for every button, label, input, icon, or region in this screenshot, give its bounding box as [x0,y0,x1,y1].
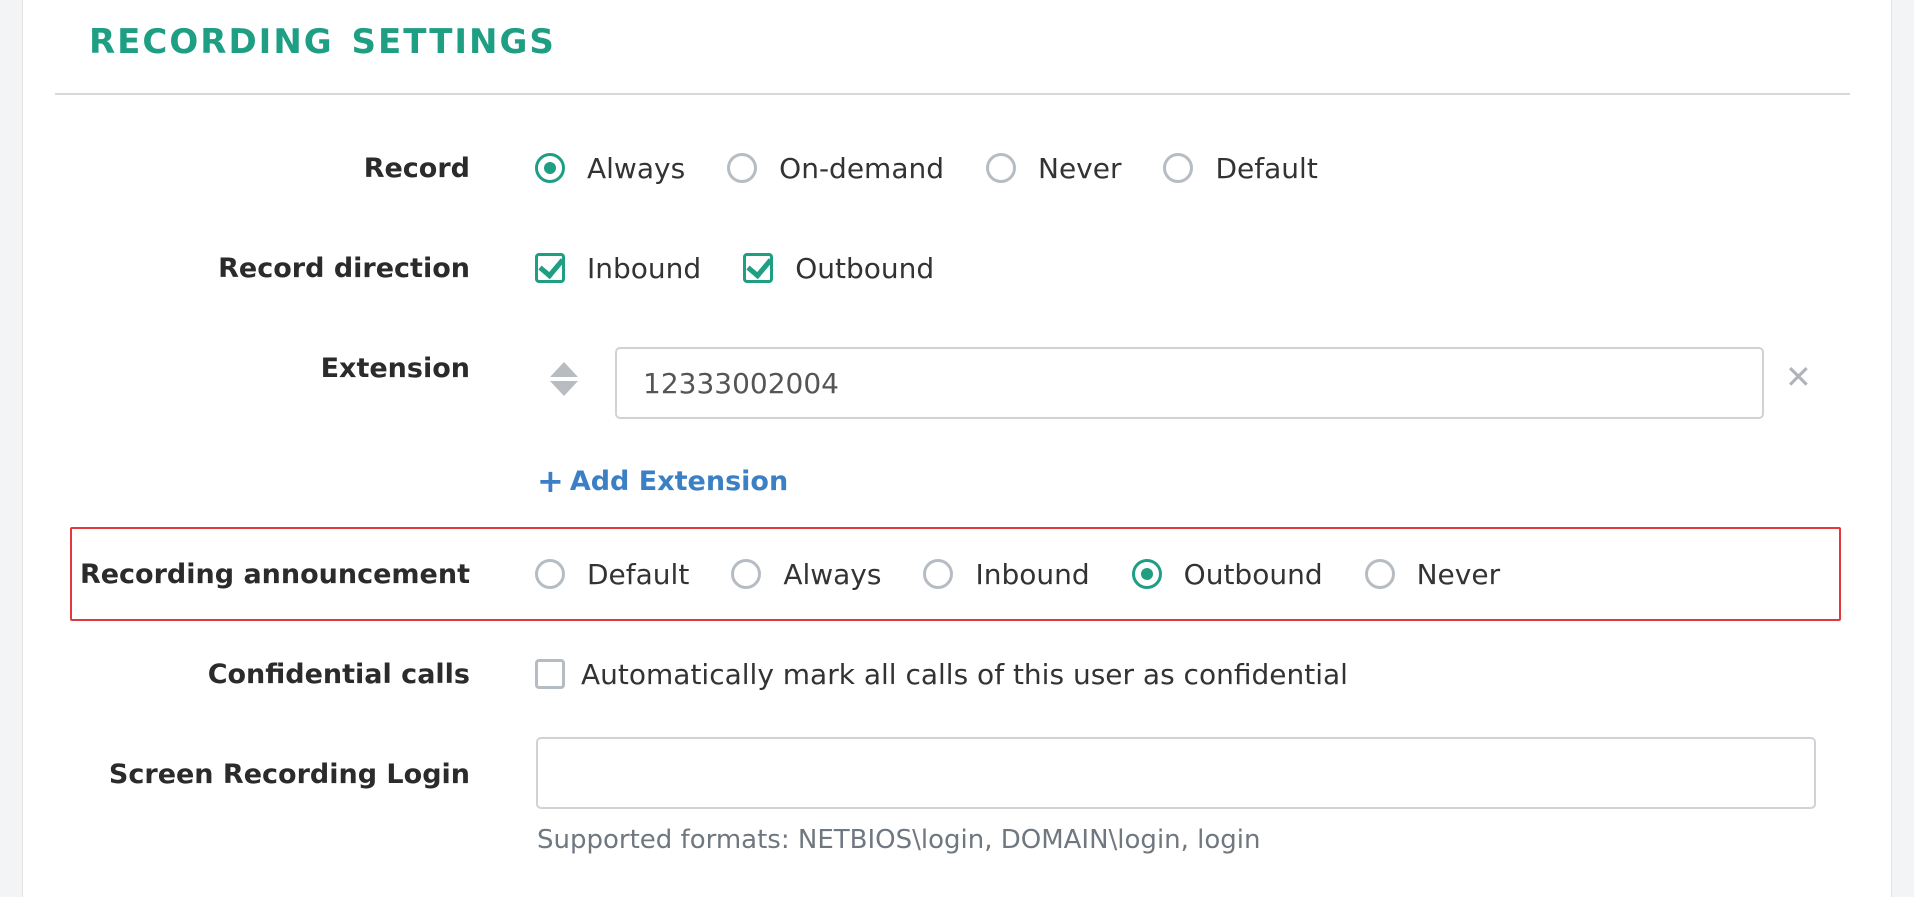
confidential-calls-checkbox[interactable]: Automatically mark all calls of this use… [535,658,1348,691]
announcement-option-label: Never [1416,557,1501,591]
close-icon[interactable]: ✕ [1785,358,1812,396]
announcement-option-outbound[interactable]: Outbound [1131,557,1323,591]
announcement-option-inbound[interactable]: Inbound [923,557,1090,591]
record-direction-inbound[interactable]: Inbound [535,252,701,285]
record-option-on-demand[interactable]: On-demand [727,152,944,185]
radio-icon[interactable] [1131,559,1162,589]
checkbox-icon[interactable] [535,659,565,689]
radio-icon[interactable] [1364,559,1395,589]
record-option-default[interactable]: Default [1163,151,1318,185]
extension-input[interactable]: 12333002004 [615,347,1764,419]
radio-icon[interactable] [535,153,565,183]
radio-icon[interactable] [535,559,565,589]
record-direction-row: Record direction Inbound Outbound [0,238,1914,298]
checkbox-checked-icon[interactable] [535,253,565,283]
drag-handle-icon[interactable] [549,360,579,400]
confidential-calls-text: Automatically mark all calls of this use… [581,657,1348,691]
section-title: RECORDING SETTINGS [89,22,556,62]
screen-recording-login-input[interactable] [536,737,1816,809]
radio-icon[interactable] [727,153,758,183]
announcement-option-label: Always [783,557,882,591]
checkbox-checked-icon[interactable] [743,253,774,283]
announcement-option-always[interactable]: Always [731,558,881,591]
confidential-calls-label: Confidential calls [207,658,470,690]
radio-icon[interactable] [923,559,954,589]
extension-label: Extension [320,352,470,384]
record-row: Record Always On-demand Never Default [0,138,1914,198]
record-direction-label: Record direction [218,252,470,284]
announcement-option-default[interactable]: Default [535,558,689,591]
sort-up-icon [550,362,578,377]
confidential-calls-row: Confidential calls Automatically mark al… [0,644,1914,704]
add-extension-label: Add Extension [569,465,789,497]
announcement-option-label: Default [587,557,690,591]
record-option-always[interactable]: Always [535,152,685,185]
record-option-label: Never [1038,151,1122,185]
record-direction-group: Inbound Outbound [535,238,974,298]
radio-icon[interactable] [986,153,1016,183]
plus-icon: + [537,462,564,500]
record-direction-option-label: Outbound [795,251,935,285]
record-option-label: On-demand [779,151,944,185]
radio-icon[interactable] [1163,153,1194,183]
announcement-option-label: Inbound [975,557,1090,591]
screen-recording-login-label: Screen Recording Login [108,758,470,790]
recording-announcement-label: Recording announcement [79,558,470,590]
record-option-label: Default [1215,151,1318,185]
record-option-label: Always [587,151,686,185]
record-option-never[interactable]: Never [986,152,1121,185]
announcement-option-label: Outbound [1183,557,1323,591]
recording-announcement-row: Recording announcement Default Always In… [0,544,1914,604]
record-label: Record [363,152,470,184]
add-extension-link[interactable]: + Add Extension [537,462,788,500]
recording-announcement-group: Default Always Inbound Outbound Never [535,544,1540,604]
record-direction-outbound[interactable]: Outbound [743,252,934,285]
record-radio-group: Always On-demand Never Default [535,138,1358,198]
confidential-calls-group: Automatically mark all calls of this use… [535,644,1388,704]
section-divider [55,93,1850,95]
record-direction-option-label: Inbound [587,251,702,285]
sort-down-icon [550,381,578,396]
announcement-option-never[interactable]: Never [1364,557,1501,591]
screen-recording-login-hint: Supported formats: NETBIOS\login, DOMAIN… [537,825,1261,855]
radio-icon[interactable] [731,559,762,589]
